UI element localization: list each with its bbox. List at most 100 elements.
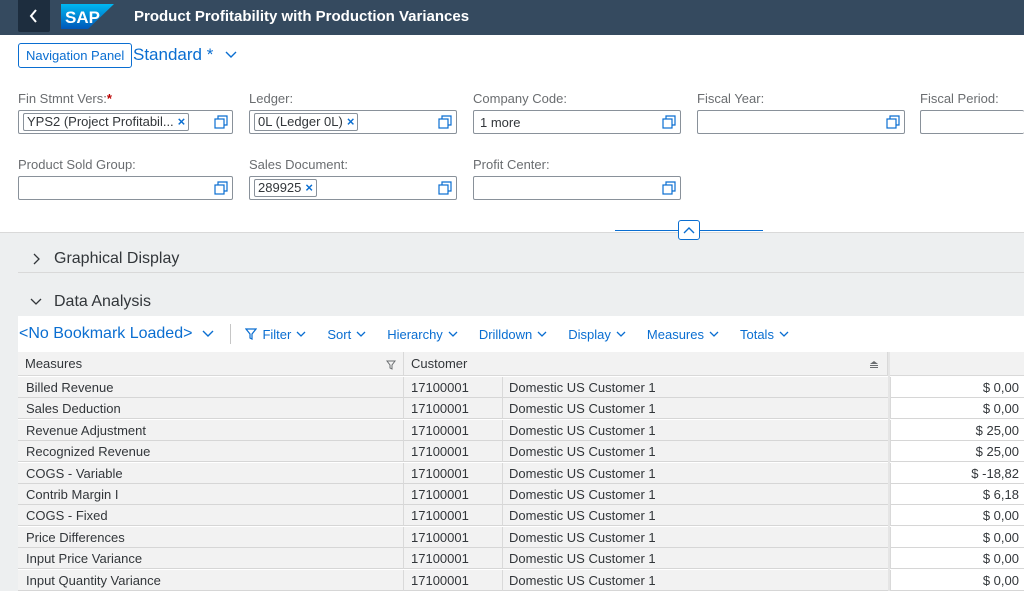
bookmark-label: <No Bookmark Loaded>	[19, 325, 193, 342]
value-help-icon[interactable]	[886, 115, 900, 129]
measures-column-header[interactable]: Measures	[18, 352, 404, 376]
value-cell[interactable]: $ 0,00	[890, 377, 1024, 398]
customer-id-cell[interactable]: 17100001	[404, 441, 503, 463]
ledger-label: Ledger:	[249, 91, 294, 106]
hierarchy-menu-button[interactable]: Hierarchy	[387, 327, 458, 342]
value-cell[interactable]: $ -18,82	[890, 462, 1024, 484]
chevron-up-icon	[683, 227, 695, 234]
value-help-icon[interactable]	[662, 115, 676, 129]
customer-name-cell[interactable]: Domestic US Customer 1	[503, 569, 888, 591]
customer-column-header[interactable]: Customer	[404, 352, 888, 376]
profit-center-field[interactable]	[473, 176, 681, 200]
drilldown-menu-button[interactable]: Drilldown	[479, 327, 547, 342]
value-cell[interactable]: $ 6,18	[890, 484, 1024, 505]
filter-icon[interactable]	[386, 360, 396, 370]
table-row[interactable]: Billed Revenue 17100001 Domestic US Custom…	[18, 377, 1024, 398]
customer-id-cell[interactable]: 17100001	[404, 484, 503, 505]
value-cell[interactable]: $ 0,00	[890, 505, 1024, 527]
filter-token: 289925 ×	[254, 179, 317, 197]
collapse-divider	[700, 230, 763, 231]
measure-cell[interactable]: COGS - Variable	[18, 462, 404, 484]
totals-menu-button[interactable]: Totals	[740, 327, 789, 342]
data-analysis-grid: Measures Customer Billed Revenue 17100001…	[18, 352, 1024, 591]
navigation-panel-button[interactable]: Navigation Panel	[18, 43, 133, 68]
sales-document-field[interactable]: 289925 ×	[249, 176, 457, 200]
value-cell[interactable]: $ 0,00	[890, 526, 1024, 548]
measure-cell[interactable]: Input Price Variance	[18, 548, 404, 570]
customer-name-cell[interactable]: Domestic US Customer 1	[503, 526, 888, 548]
customer-name-cell[interactable]: Domestic US Customer 1	[503, 441, 888, 463]
value-column-header[interactable]	[890, 352, 1024, 376]
table-row[interactable]: COGS - Fixed 17100001 Domestic US Customer…	[18, 505, 1024, 527]
ledger-field[interactable]: 0L (Ledger 0L) ×	[249, 110, 457, 134]
customer-name-cell[interactable]: Domestic US Customer 1	[503, 377, 888, 398]
fiscal-year-field[interactable]	[697, 110, 905, 134]
measures-menu-button[interactable]: Measures	[647, 327, 719, 342]
graphical-display-section[interactable]: Graphical Display	[18, 239, 1024, 279]
table-row[interactable]: Input Quantity Variance 17100001 Domestic …	[18, 569, 1024, 591]
customer-name-cell[interactable]: Domestic US Customer 1	[503, 484, 888, 505]
collapse-header-button[interactable]	[678, 220, 700, 240]
remove-token-icon[interactable]: ×	[305, 180, 313, 196]
value-help-icon[interactable]	[214, 115, 228, 129]
measure-cell[interactable]: COGS - Fixed	[18, 505, 404, 527]
value-help-icon[interactable]	[438, 115, 452, 129]
value-help-icon[interactable]	[438, 181, 452, 195]
bookmark-selector[interactable]: <No Bookmark Loaded>	[18, 325, 214, 343]
measure-cell[interactable]: Billed Revenue	[18, 377, 404, 398]
customer-id-cell[interactable]: 17100001	[404, 569, 503, 591]
filter-token: YPS2 (Project Profitabil... ×	[23, 113, 190, 131]
customer-id-cell[interactable]: 17100001	[404, 462, 503, 484]
measure-cell[interactable]: Sales Deduction	[18, 398, 404, 420]
company-code-label: Company Code:	[473, 91, 567, 106]
chevron-right-icon	[33, 253, 40, 265]
variant-name: Standard *	[133, 45, 214, 64]
remove-token-icon[interactable]: ×	[178, 114, 186, 130]
customer-name-cell[interactable]: Domestic US Customer 1	[503, 505, 888, 527]
toolbar-separator	[230, 324, 232, 344]
sort-menu-button[interactable]: Sort	[327, 327, 366, 342]
customer-id-cell[interactable]: 17100001	[404, 377, 503, 398]
table-row[interactable]: Sales Deduction 17100001 Domestic US Custo…	[18, 398, 1024, 420]
filter-icon	[245, 328, 258, 340]
value-cell[interactable]: $ 25,00	[890, 441, 1024, 463]
company-code-field[interactable]: 1 more	[473, 110, 681, 134]
product-sold-group-field[interactable]	[18, 176, 233, 200]
value-cell[interactable]: $ 0,00	[890, 569, 1024, 591]
table-row[interactable]: Input Price Variance 17100001 Domestic US …	[18, 548, 1024, 570]
value-help-icon[interactable]	[214, 181, 228, 195]
table-row[interactable]: Price Differences 17100001 Domestic US Cus…	[18, 526, 1024, 548]
measure-cell[interactable]: Recognized Revenue	[18, 441, 404, 463]
fin-stmt-vers-field[interactable]: YPS2 (Project Profitabil... ×	[18, 110, 233, 134]
back-button[interactable]	[18, 0, 50, 32]
sort-icon[interactable]	[869, 361, 879, 368]
value-cell[interactable]: $ 25,00	[890, 419, 1024, 441]
customer-id-cell[interactable]: 17100001	[404, 505, 503, 527]
table-row[interactable]: Contrib Margin I 17100001 Domestic US Cust…	[18, 484, 1024, 505]
customer-id-cell[interactable]: 17100001	[404, 548, 503, 570]
customer-name-cell[interactable]: Domestic US Customer 1	[503, 462, 888, 484]
value-help-icon[interactable]	[662, 181, 676, 195]
display-menu-button[interactable]: Display	[568, 327, 626, 342]
customer-name-cell[interactable]: Domestic US Customer 1	[503, 548, 888, 570]
remove-token-icon[interactable]: ×	[347, 114, 355, 130]
customer-id-cell[interactable]: 17100001	[404, 526, 503, 548]
customer-name-cell[interactable]: Domestic US Customer 1	[503, 419, 888, 441]
chevron-down-icon	[616, 331, 626, 337]
table-row[interactable]: Revenue Adjustment 17100001 Domestic US Cu…	[18, 419, 1024, 441]
measure-cell[interactable]: Input Quantity Variance	[18, 569, 404, 591]
value-cell[interactable]: $ 0,00	[890, 548, 1024, 570]
fiscal-period-field[interactable]	[920, 110, 1024, 134]
table-row[interactable]: Recognized Revenue 17100001 Domestic US Cu…	[18, 441, 1024, 463]
measure-cell[interactable]: Contrib Margin I	[18, 484, 404, 505]
customer-id-cell[interactable]: 17100001	[404, 398, 503, 420]
value-cell[interactable]: $ 0,00	[890, 398, 1024, 420]
table-row[interactable]: COGS - Variable 17100001 Domestic US Custo…	[18, 462, 1024, 484]
customer-name-cell[interactable]: Domestic US Customer 1	[503, 398, 888, 420]
profit-center-label: Profit Center:	[473, 157, 550, 172]
measure-cell[interactable]: Price Differences	[18, 526, 404, 548]
filter-menu-button[interactable]: Filter	[245, 327, 306, 342]
customer-id-cell[interactable]: 17100001	[404, 419, 503, 441]
measure-cell[interactable]: Revenue Adjustment	[18, 419, 404, 441]
variant-selector[interactable]: Standard *	[133, 45, 237, 65]
